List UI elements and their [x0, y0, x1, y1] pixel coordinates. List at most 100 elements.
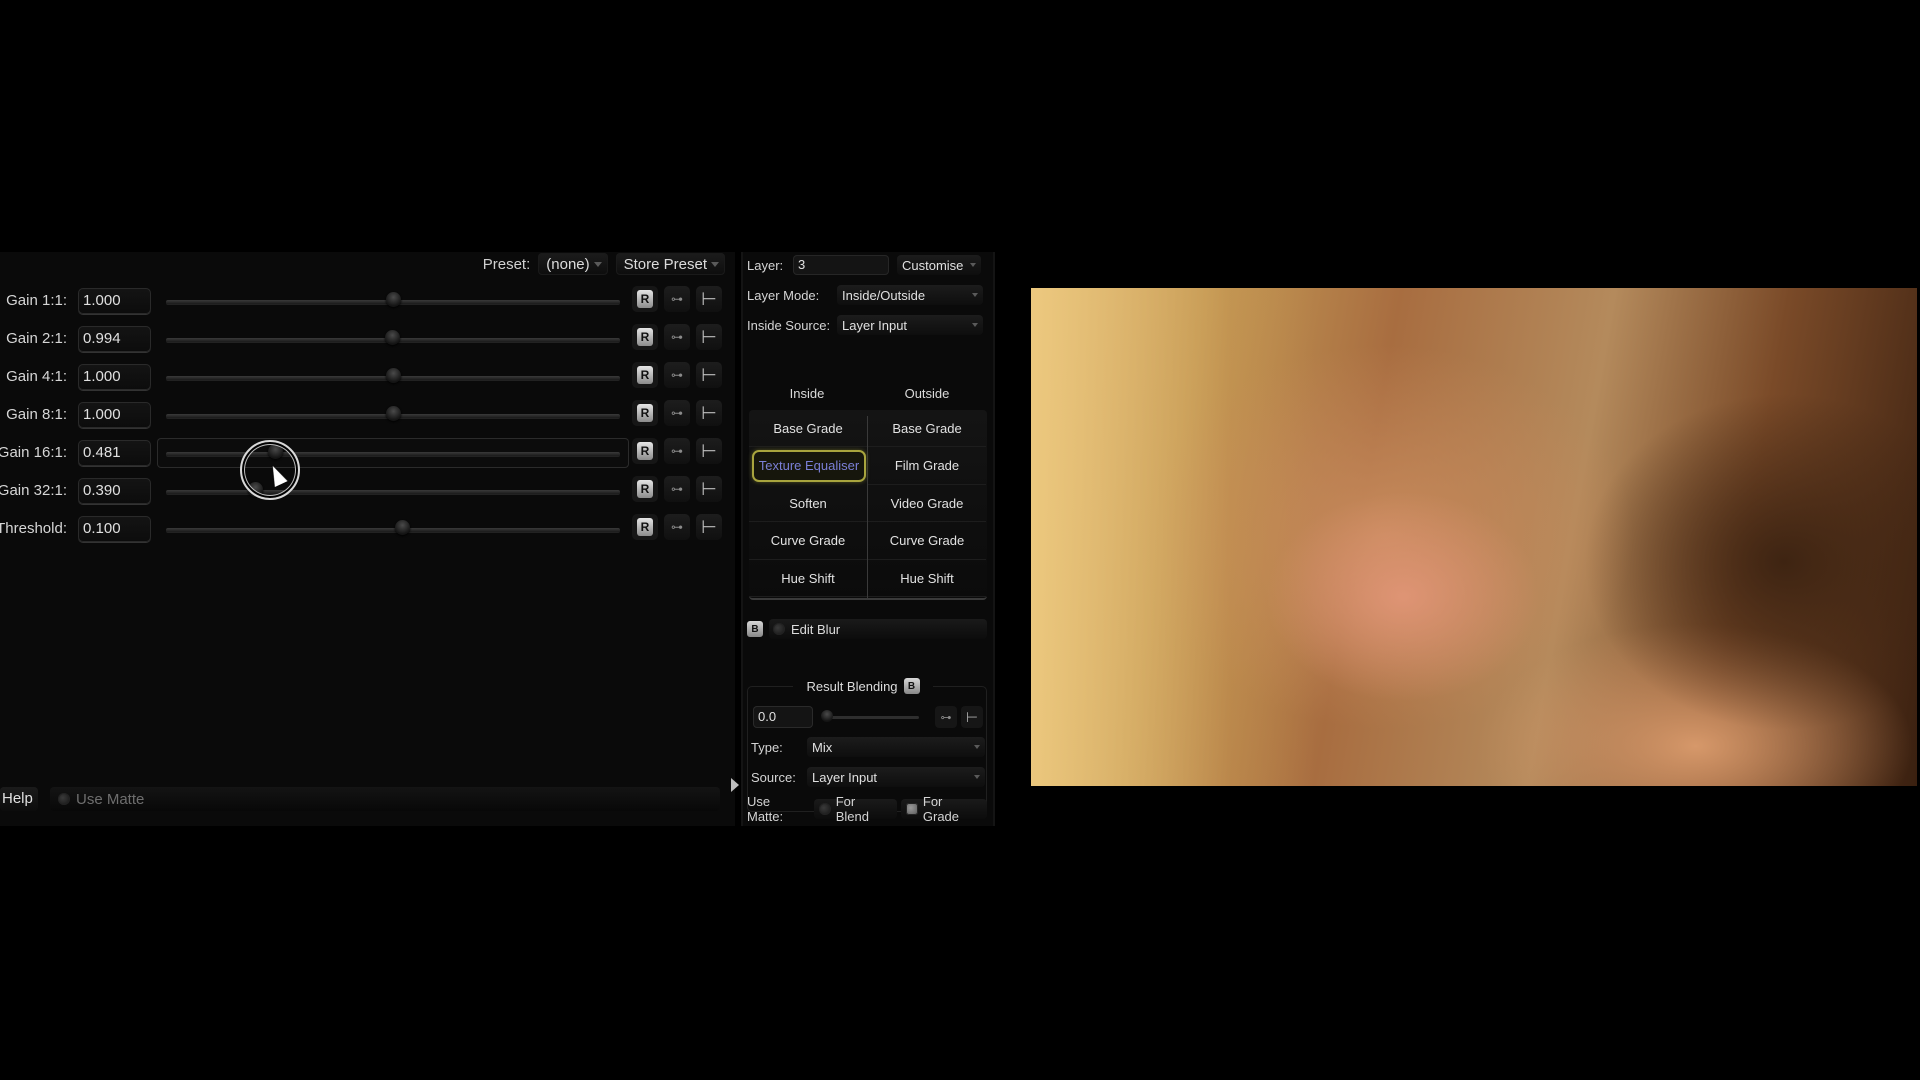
slider-track[interactable] [166, 490, 620, 494]
edit-blur-row: B Edit Blur [747, 618, 987, 640]
param-slider[interactable] [157, 362, 629, 392]
graph-icon[interactable]: ⊢ [696, 438, 722, 464]
blend-type-dropdown[interactable]: Mix [807, 737, 985, 757]
blend-source-dropdown[interactable]: Layer Input [807, 767, 985, 787]
param-row: Gain 4:1: 1.000 R ⊶ ⊢ [0, 362, 735, 392]
reset-icon: R [637, 404, 653, 422]
param-value-field[interactable]: 1.000 [78, 288, 151, 314]
key-icon[interactable]: ⊶ [664, 438, 690, 464]
param-buttons: R ⊶ ⊢ [632, 362, 722, 388]
key-icon[interactable]: ⊶ [664, 400, 690, 426]
for-grade-toggle[interactable]: For Grade [900, 794, 987, 824]
param-value-field[interactable]: 0.100 [78, 516, 151, 542]
reset-button[interactable]: R [632, 514, 658, 540]
slider-thumb[interactable] [386, 406, 401, 421]
graph-icon[interactable]: ⊢ [696, 286, 722, 312]
expand-arrow-icon[interactable] [731, 778, 739, 792]
param-value-field[interactable]: 0.994 [78, 326, 151, 352]
graph-icon[interactable]: ⊢ [696, 400, 722, 426]
reset-icon: R [637, 518, 653, 536]
param-slider[interactable] [157, 324, 629, 354]
param-value-field[interactable]: 0.481 [78, 440, 151, 466]
param-slider[interactable] [157, 286, 629, 316]
for-grade-label: For Grade [922, 794, 960, 824]
reset-button[interactable]: R [632, 400, 658, 426]
blend-slider-thumb[interactable] [821, 710, 833, 722]
blend-value-field[interactable]: 0.0 [753, 706, 813, 728]
param-slider[interactable] [157, 400, 629, 430]
inside-effect-item[interactable]: Soften [749, 485, 867, 522]
graph-icon[interactable]: ⊢ [961, 706, 983, 728]
blend-source-value: Layer Input [812, 769, 878, 785]
slider-thumb[interactable] [386, 368, 401, 383]
param-buttons: R ⊶ ⊢ [632, 400, 722, 426]
key-icon[interactable]: ⊶ [664, 286, 690, 312]
key-icon[interactable]: ⊶ [935, 706, 957, 728]
inside-source-value: Layer Input [842, 317, 908, 333]
preset-dropdown[interactable]: (none) [538, 253, 608, 275]
outside-column-header: Outside [904, 386, 950, 401]
radio-icon [58, 793, 70, 805]
edit-blur-toggle[interactable]: Edit Blur [769, 619, 987, 639]
slider-track[interactable] [166, 452, 620, 456]
outside-effect-item[interactable]: Base Grade [868, 410, 986, 447]
slider-thumb[interactable] [386, 292, 401, 307]
inside-source-dropdown[interactable]: Layer Input [837, 315, 983, 335]
param-slider[interactable] [157, 438, 629, 468]
param-label: Gain 32:1: [0, 482, 67, 499]
graph-icon[interactable]: ⊢ [696, 362, 722, 388]
param-value-field[interactable]: 1.000 [78, 364, 151, 390]
param-label: Gain 4:1: [6, 368, 67, 385]
reset-button[interactable]: R [632, 438, 658, 464]
result-blending-label: Result Blending [806, 678, 898, 694]
param-value-field[interactable]: 1.000 [78, 402, 151, 428]
layer-mode-row: Layer Mode: Inside/Outside [747, 284, 987, 306]
param-slider[interactable] [157, 476, 629, 506]
reset-icon: R [637, 480, 653, 498]
reset-button[interactable]: R [632, 324, 658, 350]
layer-mode-dropdown[interactable]: Inside/Outside [837, 285, 983, 305]
inside-effect-item[interactable]: Hue Shift [749, 560, 867, 597]
store-preset-dropdown[interactable]: Store Preset [615, 253, 725, 275]
outside-effect-item[interactable]: Film Grade [868, 448, 986, 485]
key-icon[interactable]: ⊶ [664, 324, 690, 350]
inside-effect-item[interactable]: Texture Equaliser [752, 449, 866, 482]
key-icon[interactable]: ⊶ [664, 476, 690, 502]
graph-icon[interactable]: ⊢ [696, 476, 722, 502]
outside-effect-item[interactable]: Curve Grade [868, 523, 986, 560]
bottom-bar: Help Use Matte [0, 786, 720, 812]
radio-icon [773, 623, 785, 635]
slider-thumb[interactable] [384, 330, 400, 345]
reset-button[interactable]: R [632, 476, 658, 502]
blend-type-label: Type: [751, 739, 783, 755]
param-buttons: R ⊶ ⊢ [632, 286, 722, 312]
customise-dropdown[interactable]: Customise [897, 255, 981, 275]
inside-effect-item[interactable]: Base Grade [749, 410, 867, 447]
slider-track[interactable] [166, 528, 620, 532]
graph-icon[interactable]: ⊢ [696, 514, 722, 540]
layer-field[interactable]: 3 [793, 255, 889, 275]
param-value-field[interactable]: 0.390 [78, 478, 151, 504]
outside-effect-item[interactable]: Hue Shift [868, 560, 986, 597]
bypass-badge[interactable]: B [747, 621, 763, 637]
reset-icon: R [637, 366, 653, 384]
key-icon[interactable]: ⊶ [664, 362, 690, 388]
param-row: Gain 16:1: 0.481 R ⊶ ⊢ [0, 438, 735, 468]
graph-icon[interactable]: ⊢ [696, 324, 722, 350]
column-headers: Inside Outside [747, 386, 987, 401]
outside-effect-item[interactable]: Video Grade [868, 485, 986, 522]
reset-button[interactable]: R [632, 362, 658, 388]
blend-slider-track[interactable] [827, 716, 919, 719]
reset-button[interactable]: R [632, 286, 658, 312]
for-blend-toggle[interactable]: For Blend [813, 794, 897, 824]
param-slider[interactable] [157, 514, 629, 544]
layer-mode-value: Inside/Outside [842, 287, 926, 303]
key-icon[interactable]: ⊶ [664, 514, 690, 540]
image-viewer[interactable] [1031, 288, 1917, 786]
blend-bypass-badge[interactable]: B [903, 678, 920, 694]
slider-thumb[interactable] [395, 520, 411, 535]
use-matte-toggle[interactable]: Use Matte [50, 787, 720, 811]
help-button[interactable]: Help [0, 787, 38, 811]
inside-effect-item[interactable]: Curve Grade [749, 523, 867, 560]
blend-type-value: Mix [812, 739, 833, 755]
